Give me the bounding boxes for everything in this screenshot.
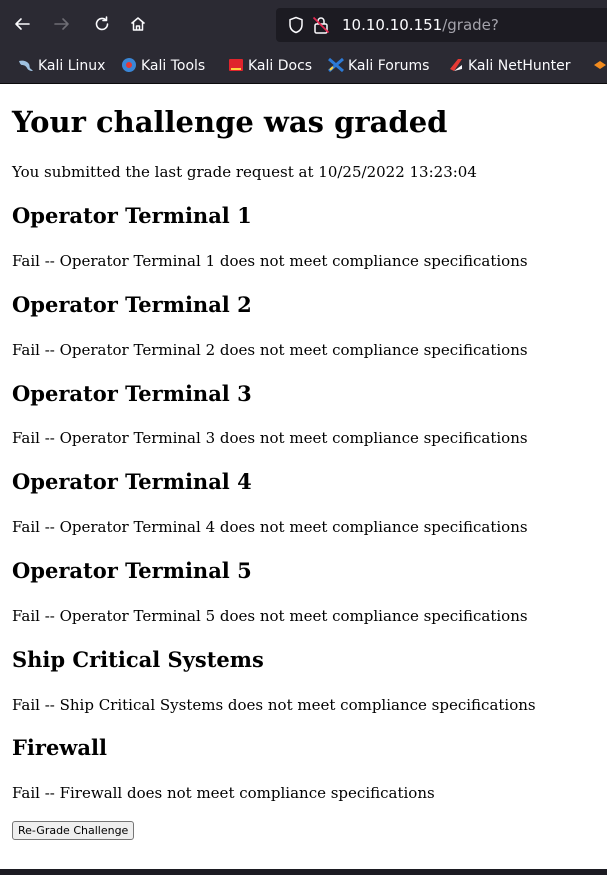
section-result: Fail -- Firewall does not meet complianc… [12,784,435,802]
kali-docs-icon [229,59,243,71]
bookmark-kali-linux[interactable]: Kali Linux [18,56,105,76]
page-content: Your challenge was graded You submitted … [0,84,607,869]
back-arrow-icon [15,18,30,30]
bookmark-label: Kali NetHunter [468,58,571,74]
submitted-timestamp-text: You submitted the last grade request at … [12,163,477,181]
bookmark-label: Kali Docs [248,58,313,74]
bookmarks-toolbar: Kali Linux Kali Tools Kali Docs Kali For… [0,48,607,84]
url-text[interactable]: 10.10.10.151/grade? [342,15,499,35]
url-host: 10.10.10.151 [342,16,443,34]
window-bottom-edge [0,869,607,875]
shield-icon[interactable] [288,16,304,34]
section-result: Fail -- Operator Terminal 1 does not mee… [12,252,528,270]
reload-icon [95,16,109,31]
orange-bookmark-icon [594,61,606,69]
forward-arrow-icon [54,18,69,30]
reload-button[interactable] [88,10,116,38]
bookmark-kali-nethunter[interactable]: Kali NetHunter [448,56,570,76]
forward-button[interactable] [48,10,76,38]
insecure-lock-icon[interactable] [312,15,330,35]
section-result: Fail -- Operator Terminal 4 does not mee… [12,518,528,536]
section-result: Fail -- Operator Terminal 3 does not mee… [12,429,528,447]
url-path: /grade? [442,16,499,34]
section-result: Fail -- Operator Terminal 5 does not mee… [12,607,528,625]
bookmark-overflow[interactable] [592,56,607,76]
bookmark-label: Kali Linux [38,58,106,74]
kali-tools-icon [122,58,136,72]
browser-toolbar: 10.10.10.151/grade? [0,0,607,48]
section-result: Fail -- Operator Terminal 2 does not mee… [12,341,528,359]
page-title: Your challenge was graded [12,105,448,139]
kali-dragon-icon [19,60,33,71]
section-heading: Operator Terminal 1 [12,203,252,228]
url-bar[interactable]: 10.10.10.151/grade? [276,8,607,42]
section-heading: Firewall [12,735,107,760]
bookmark-label: Kali Forums [348,58,430,74]
bookmark-kali-forums[interactable]: Kali Forums [328,56,429,76]
bookmark-kali-docs[interactable]: Kali Docs [228,56,312,76]
back-button[interactable] [8,10,36,38]
section-heading: Operator Terminal 5 [12,558,252,583]
section-result: Fail -- Ship Critical Systems does not m… [12,696,536,714]
section-heading: Operator Terminal 2 [12,292,252,317]
section-heading: Ship Critical Systems [12,647,264,672]
regrade-challenge-button[interactable]: Re-Grade Challenge [12,821,135,840]
section-heading: Operator Terminal 4 [12,469,252,494]
kali-nethunter-icon [450,59,462,71]
bookmark-label: Kali Tools [141,58,206,74]
bookmark-kali-tools[interactable]: Kali Tools [121,56,205,76]
section-heading: Operator Terminal 3 [12,381,252,406]
kali-forums-icon [328,57,344,73]
home-button[interactable] [124,10,152,38]
home-icon [131,17,145,31]
